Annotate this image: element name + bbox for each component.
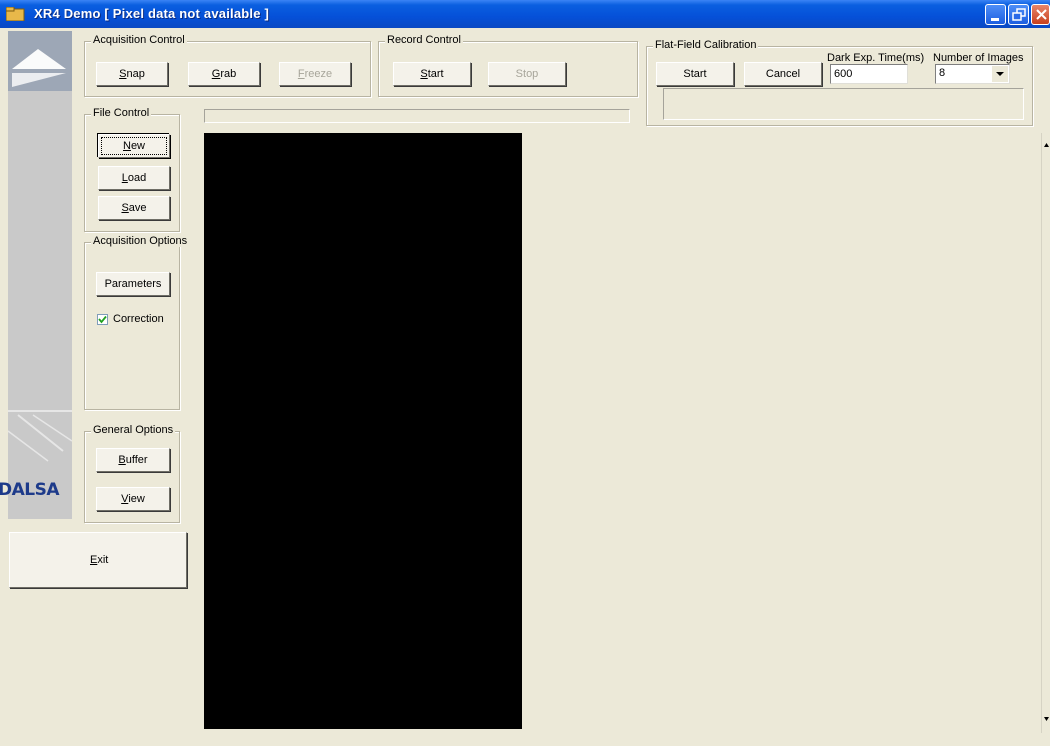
flat-field-cancel-button[interactable]: Cancel	[744, 62, 822, 86]
freeze-button[interactable]: Freeze	[279, 62, 351, 86]
new-button[interactable]: New	[98, 134, 170, 158]
close-button[interactable]	[1031, 4, 1050, 25]
restore-icon	[1012, 8, 1026, 21]
dark-exp-time-label: Dark Exp. Time(ms)	[827, 52, 925, 64]
snap-button[interactable]: Snap	[96, 62, 168, 86]
checkmark-icon	[98, 315, 107, 324]
dropdown-arrow-icon[interactable]	[992, 66, 1008, 82]
correction-checkbox[interactable]	[97, 314, 108, 325]
acquisition-status-bar	[204, 109, 630, 123]
dalsa-logo-text: DALSA	[0, 480, 60, 500]
grab-button[interactable]: Grab	[188, 62, 260, 86]
app-icon	[6, 7, 25, 21]
view-button[interactable]: View	[96, 487, 170, 511]
close-icon	[1036, 9, 1047, 20]
window-title: XR4 Demo [ Pixel data not available ]	[34, 6, 269, 21]
general-options-label: General Options	[91, 424, 176, 436]
image-display[interactable]	[204, 133, 522, 729]
correction-label: Correction	[113, 313, 164, 325]
sidebar-artwork	[8, 31, 72, 519]
load-button[interactable]: Load	[98, 166, 170, 190]
title-bar[interactable]: XR4 Demo [ Pixel data not available ]	[0, 0, 1050, 28]
number-of-images-label: Number of Images	[933, 52, 1024, 64]
scroll-down-icon[interactable]	[1044, 717, 1049, 721]
calibration-status-box	[663, 88, 1024, 120]
flat-field-start-button[interactable]: Start	[656, 62, 734, 86]
record-control-label: Record Control	[385, 34, 463, 46]
buffer-button[interactable]: Buffer	[96, 448, 170, 472]
record-stop-button[interactable]: Stop	[488, 62, 566, 86]
parameters-button[interactable]: Parameters	[96, 272, 170, 296]
exit-button[interactable]: Exit	[9, 532, 187, 588]
dark-exp-time-input[interactable]	[830, 64, 908, 84]
acquisition-options-label: Acquisition Options	[91, 235, 190, 247]
scroll-up-icon[interactable]	[1044, 143, 1049, 147]
file-control-label: File Control	[91, 107, 152, 119]
minimize-button[interactable]	[985, 4, 1006, 25]
save-button[interactable]: Save	[98, 196, 170, 220]
acquisition-control-label: Acquisition Control	[91, 34, 187, 46]
minimize-icon	[991, 18, 999, 21]
flat-field-label: Flat-Field Calibration	[653, 39, 759, 51]
record-start-button[interactable]: Start	[393, 62, 471, 86]
restore-button[interactable]	[1008, 4, 1029, 25]
dalsa-logo-graphic	[8, 49, 72, 462]
number-of-images-select[interactable]: 8	[935, 64, 1010, 84]
vertical-scrollbar[interactable]	[1041, 133, 1050, 733]
